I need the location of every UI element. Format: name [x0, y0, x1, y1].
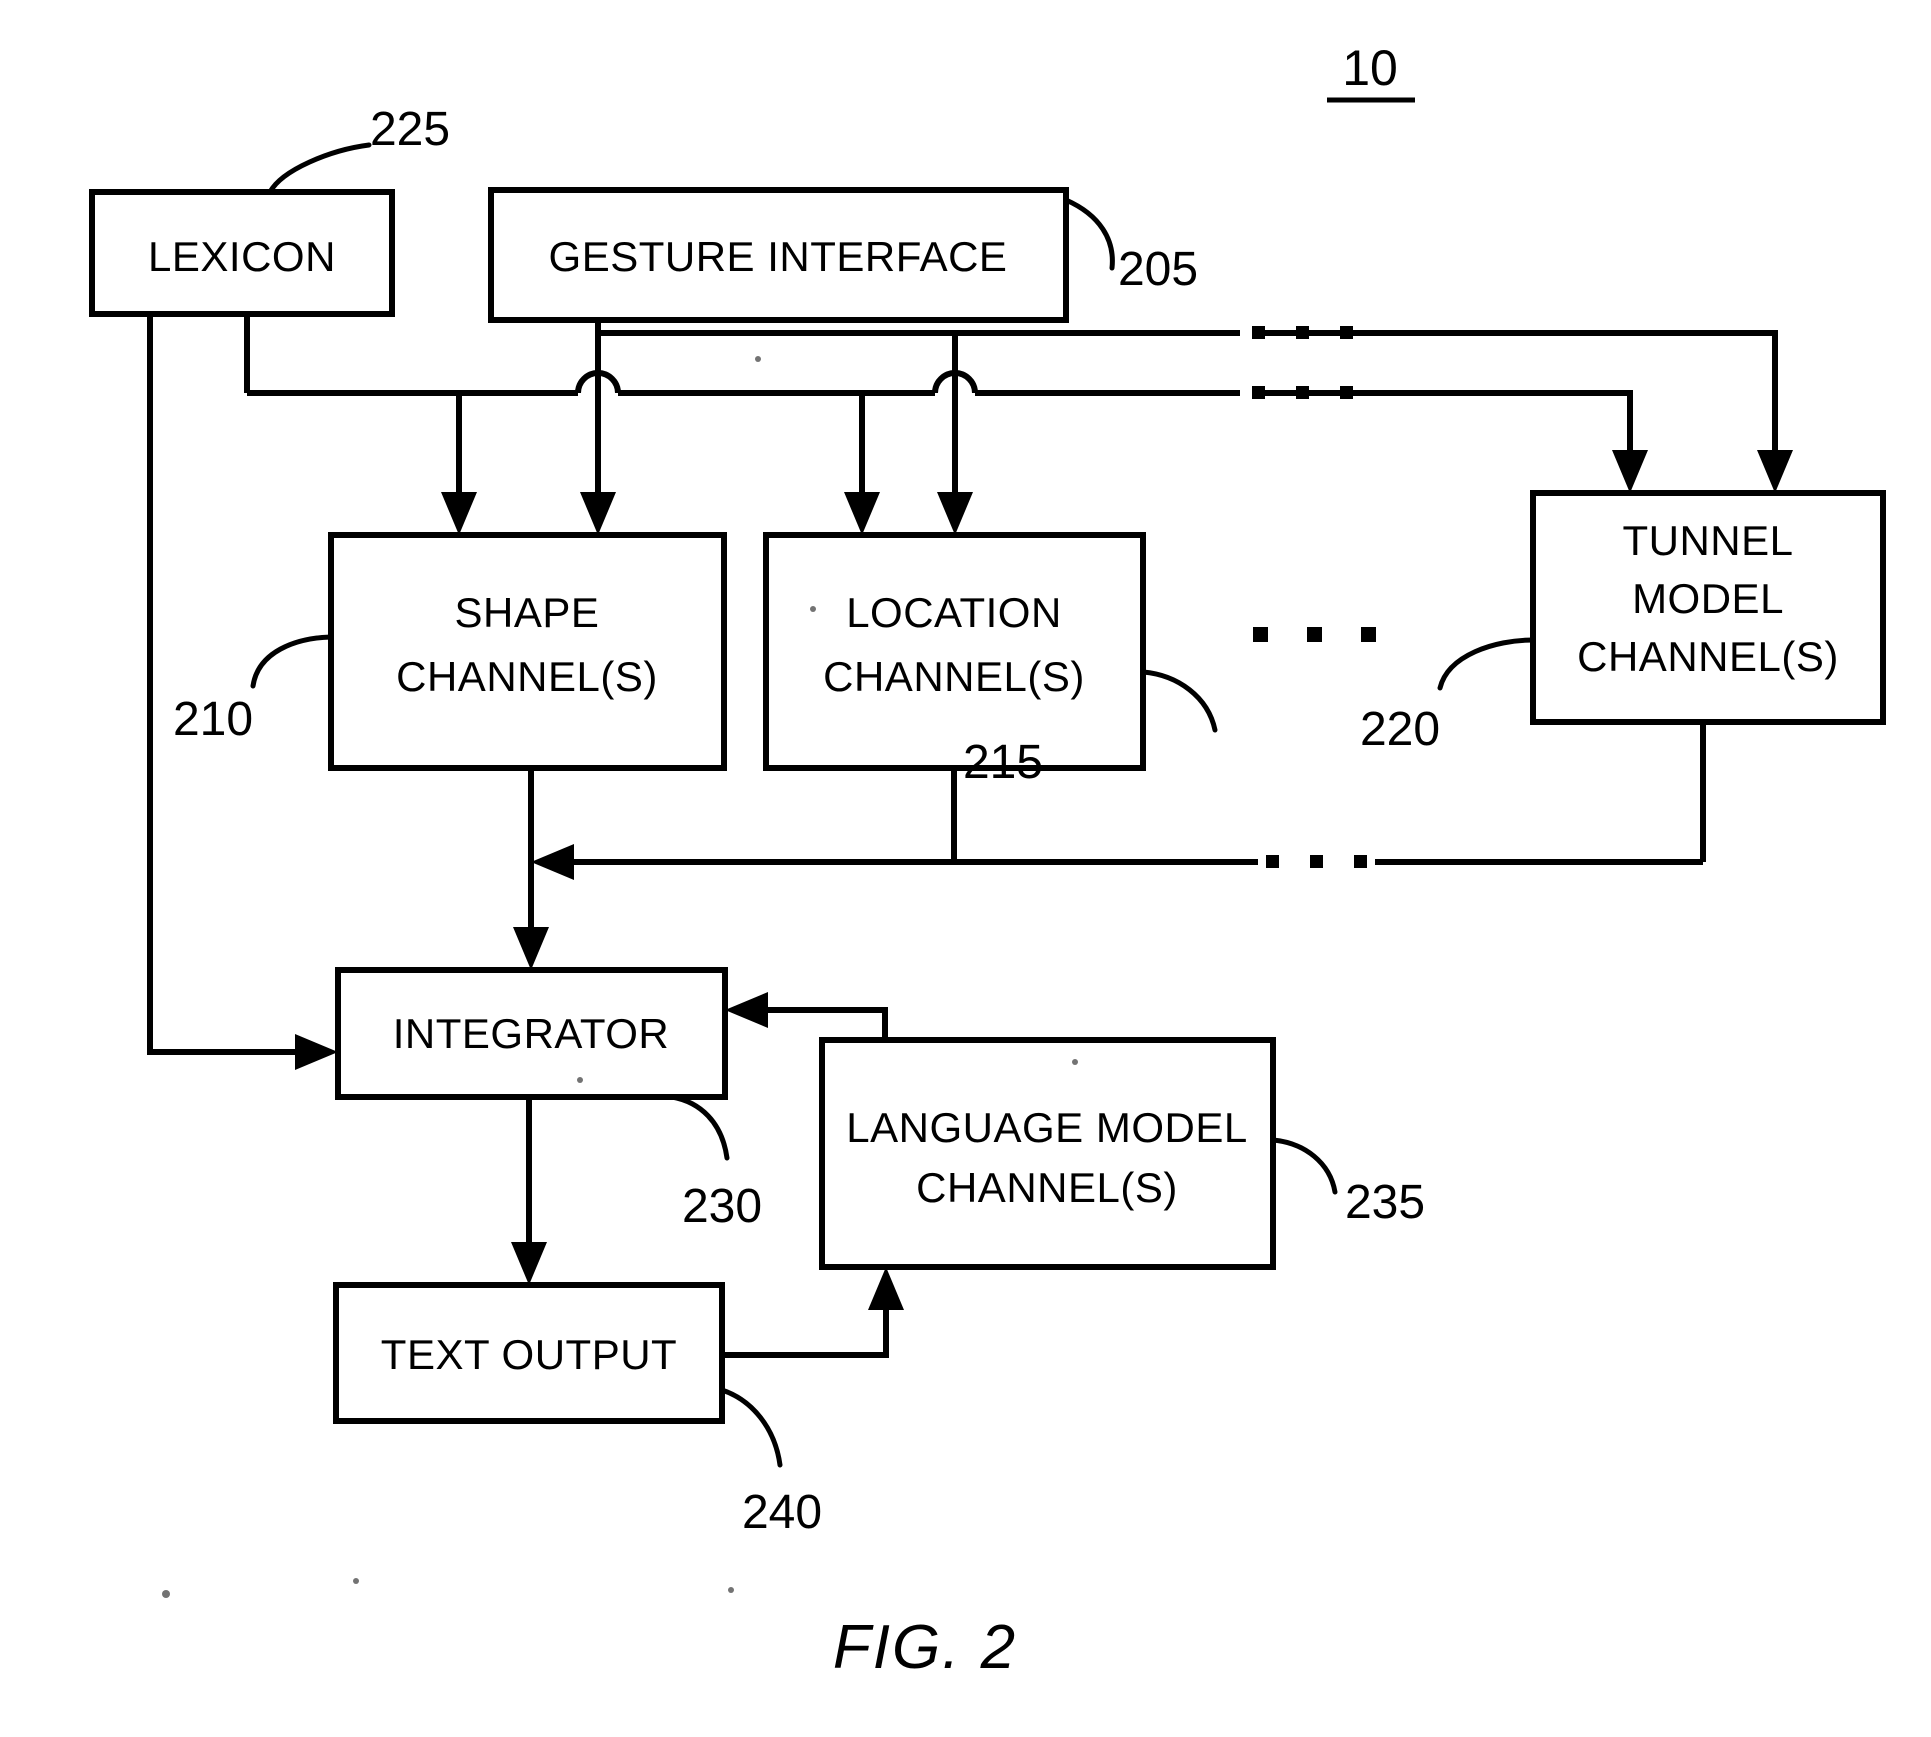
ellipsis-dot: [1340, 326, 1353, 339]
wire-text-output-to-language-model: [722, 1297, 889, 1358]
system-ref-10: 10: [1327, 40, 1415, 103]
middle-row-ellipsis: [1253, 627, 1376, 642]
leader-line-235: [1270, 1137, 1338, 1195]
wire-language-model-to-integrator: [765, 1007, 888, 1040]
ref-leader-210: 210: [173, 634, 334, 746]
block-location-channels-label-line1: LOCATION: [846, 589, 1062, 636]
leader-line-220: [1437, 637, 1536, 691]
ellipsis-dot: [1354, 855, 1367, 868]
block-tunnel-model-channels-label-line1: TUNNEL: [1622, 517, 1793, 564]
scan-speck: [353, 1578, 359, 1584]
ref-label-220: 220: [1360, 703, 1440, 756]
block-location-channels[interactable]: [763, 532, 1146, 771]
ref-leader-230: 230: [669, 1094, 762, 1233]
arrowhead-collection-bus-into-shape-line: [531, 844, 574, 880]
arrowhead-into-location-right: [937, 492, 973, 535]
ref-leader-220: 220: [1360, 637, 1536, 756]
ref-leader-235: 235: [1270, 1137, 1425, 1229]
patent-figure: 10 LEXICON GESTURE INTERFACE SHAPE CHANN…: [0, 0, 1931, 1737]
block-gesture-interface-label: GESTURE INTERFACE: [549, 233, 1008, 280]
arrowhead-into-tunnel-left: [1612, 450, 1648, 493]
ellipsis-dot: [1340, 386, 1353, 399]
arrowhead-into-shape-right: [580, 492, 616, 535]
leader-line-215: [1140, 669, 1218, 733]
block-text-output-label: TEXT OUTPUT: [381, 1331, 677, 1378]
scan-speck: [728, 1587, 734, 1593]
block-shape-channels-label-line1: SHAPE: [455, 589, 600, 636]
ellipsis-dot: [1310, 855, 1323, 868]
arrowhead-into-text-output: [511, 1242, 547, 1285]
gesture-bus-group: [595, 320, 1778, 500]
block-lexicon-label: LEXICON: [148, 233, 336, 280]
arrowhead-into-language-model: [868, 1267, 904, 1310]
ref-leader-240: 240: [719, 1387, 822, 1539]
block-tunnel-model-channels-label-line3: CHANNEL(S): [1577, 633, 1839, 680]
scan-speck: [577, 1077, 583, 1083]
block-diagram-canvas: 10 LEXICON GESTURE INTERFACE SHAPE CHANN…: [89, 40, 1886, 1682]
leader-line-210: [250, 634, 334, 689]
arrowhead-into-tunnel-right: [1757, 450, 1793, 493]
ref-label-210: 210: [173, 693, 253, 746]
ellipsis-dot: [1252, 326, 1265, 339]
ref-label-240: 240: [742, 1486, 822, 1539]
ellipsis-dot: [1252, 386, 1265, 399]
ellipsis-dot: [1296, 326, 1309, 339]
block-integrator-label: INTEGRATOR: [393, 1010, 669, 1057]
arrowhead-into-location-left: [844, 492, 880, 535]
text-output-to-language-model-group: [722, 1267, 904, 1358]
leader-line-205: [1063, 197, 1115, 271]
scan-speck: [810, 606, 816, 612]
block-language-model-channels-label-line1: LANGUAGE MODEL: [846, 1104, 1247, 1151]
block-language-model-channels-label-line2: CHANNEL(S): [916, 1164, 1178, 1211]
ref-label-230: 230: [682, 1180, 762, 1233]
block-location-channels-label-line2: CHANNEL(S): [823, 653, 1085, 700]
channel-output-bus-group: [513, 722, 1706, 970]
system-ref-label: 10: [1342, 40, 1398, 96]
language-model-feedback-group: [725, 992, 888, 1040]
wire-second-bus-right: [1258, 390, 1633, 455]
leader-line-230: [669, 1094, 730, 1161]
leader-line-225: [267, 142, 372, 195]
block-language-model-channels[interactable]: [819, 1037, 1276, 1270]
arrowhead-into-integrator-left: [295, 1034, 338, 1070]
scan-speck: [755, 356, 761, 362]
block-shape-channels-label-line2: CHANNEL(S): [396, 653, 658, 700]
figure-caption: FIG. 2: [833, 1613, 1017, 1682]
arrowhead-into-integrator-right: [725, 992, 768, 1028]
ref-label-235: 235: [1345, 1176, 1425, 1229]
ellipsis-dot: [1266, 855, 1279, 868]
block-shape-channels[interactable]: [328, 532, 727, 771]
ref-label-205: 205: [1118, 243, 1198, 296]
leader-line-240: [719, 1387, 783, 1468]
arrowhead-into-shape-left: [441, 492, 477, 535]
ref-leader-225: 225: [267, 103, 450, 195]
scan-speck: [162, 1590, 170, 1598]
lexicon-to-integrator-group: [147, 314, 338, 1070]
lexicon-bus-group: [244, 314, 1633, 500]
arrowhead-into-integrator-top: [513, 927, 549, 970]
block-tunnel-model-channels-label-line2: MODEL: [1632, 575, 1784, 622]
scan-speck: [1072, 1059, 1078, 1065]
ellipsis-dot: [1296, 386, 1309, 399]
ref-leader-205: 205: [1063, 197, 1198, 296]
wire-lexicon-left-rail: [147, 314, 300, 1055]
ellipsis-dot: [1253, 627, 1268, 642]
scan-artifacts: [162, 356, 1078, 1598]
integrator-to-text-output-group: [511, 1097, 547, 1285]
ellipsis-dot: [1307, 627, 1322, 642]
ellipsis-dot: [1361, 627, 1376, 642]
ref-label-215: 215: [963, 736, 1043, 789]
ref-label-225: 225: [370, 103, 450, 156]
